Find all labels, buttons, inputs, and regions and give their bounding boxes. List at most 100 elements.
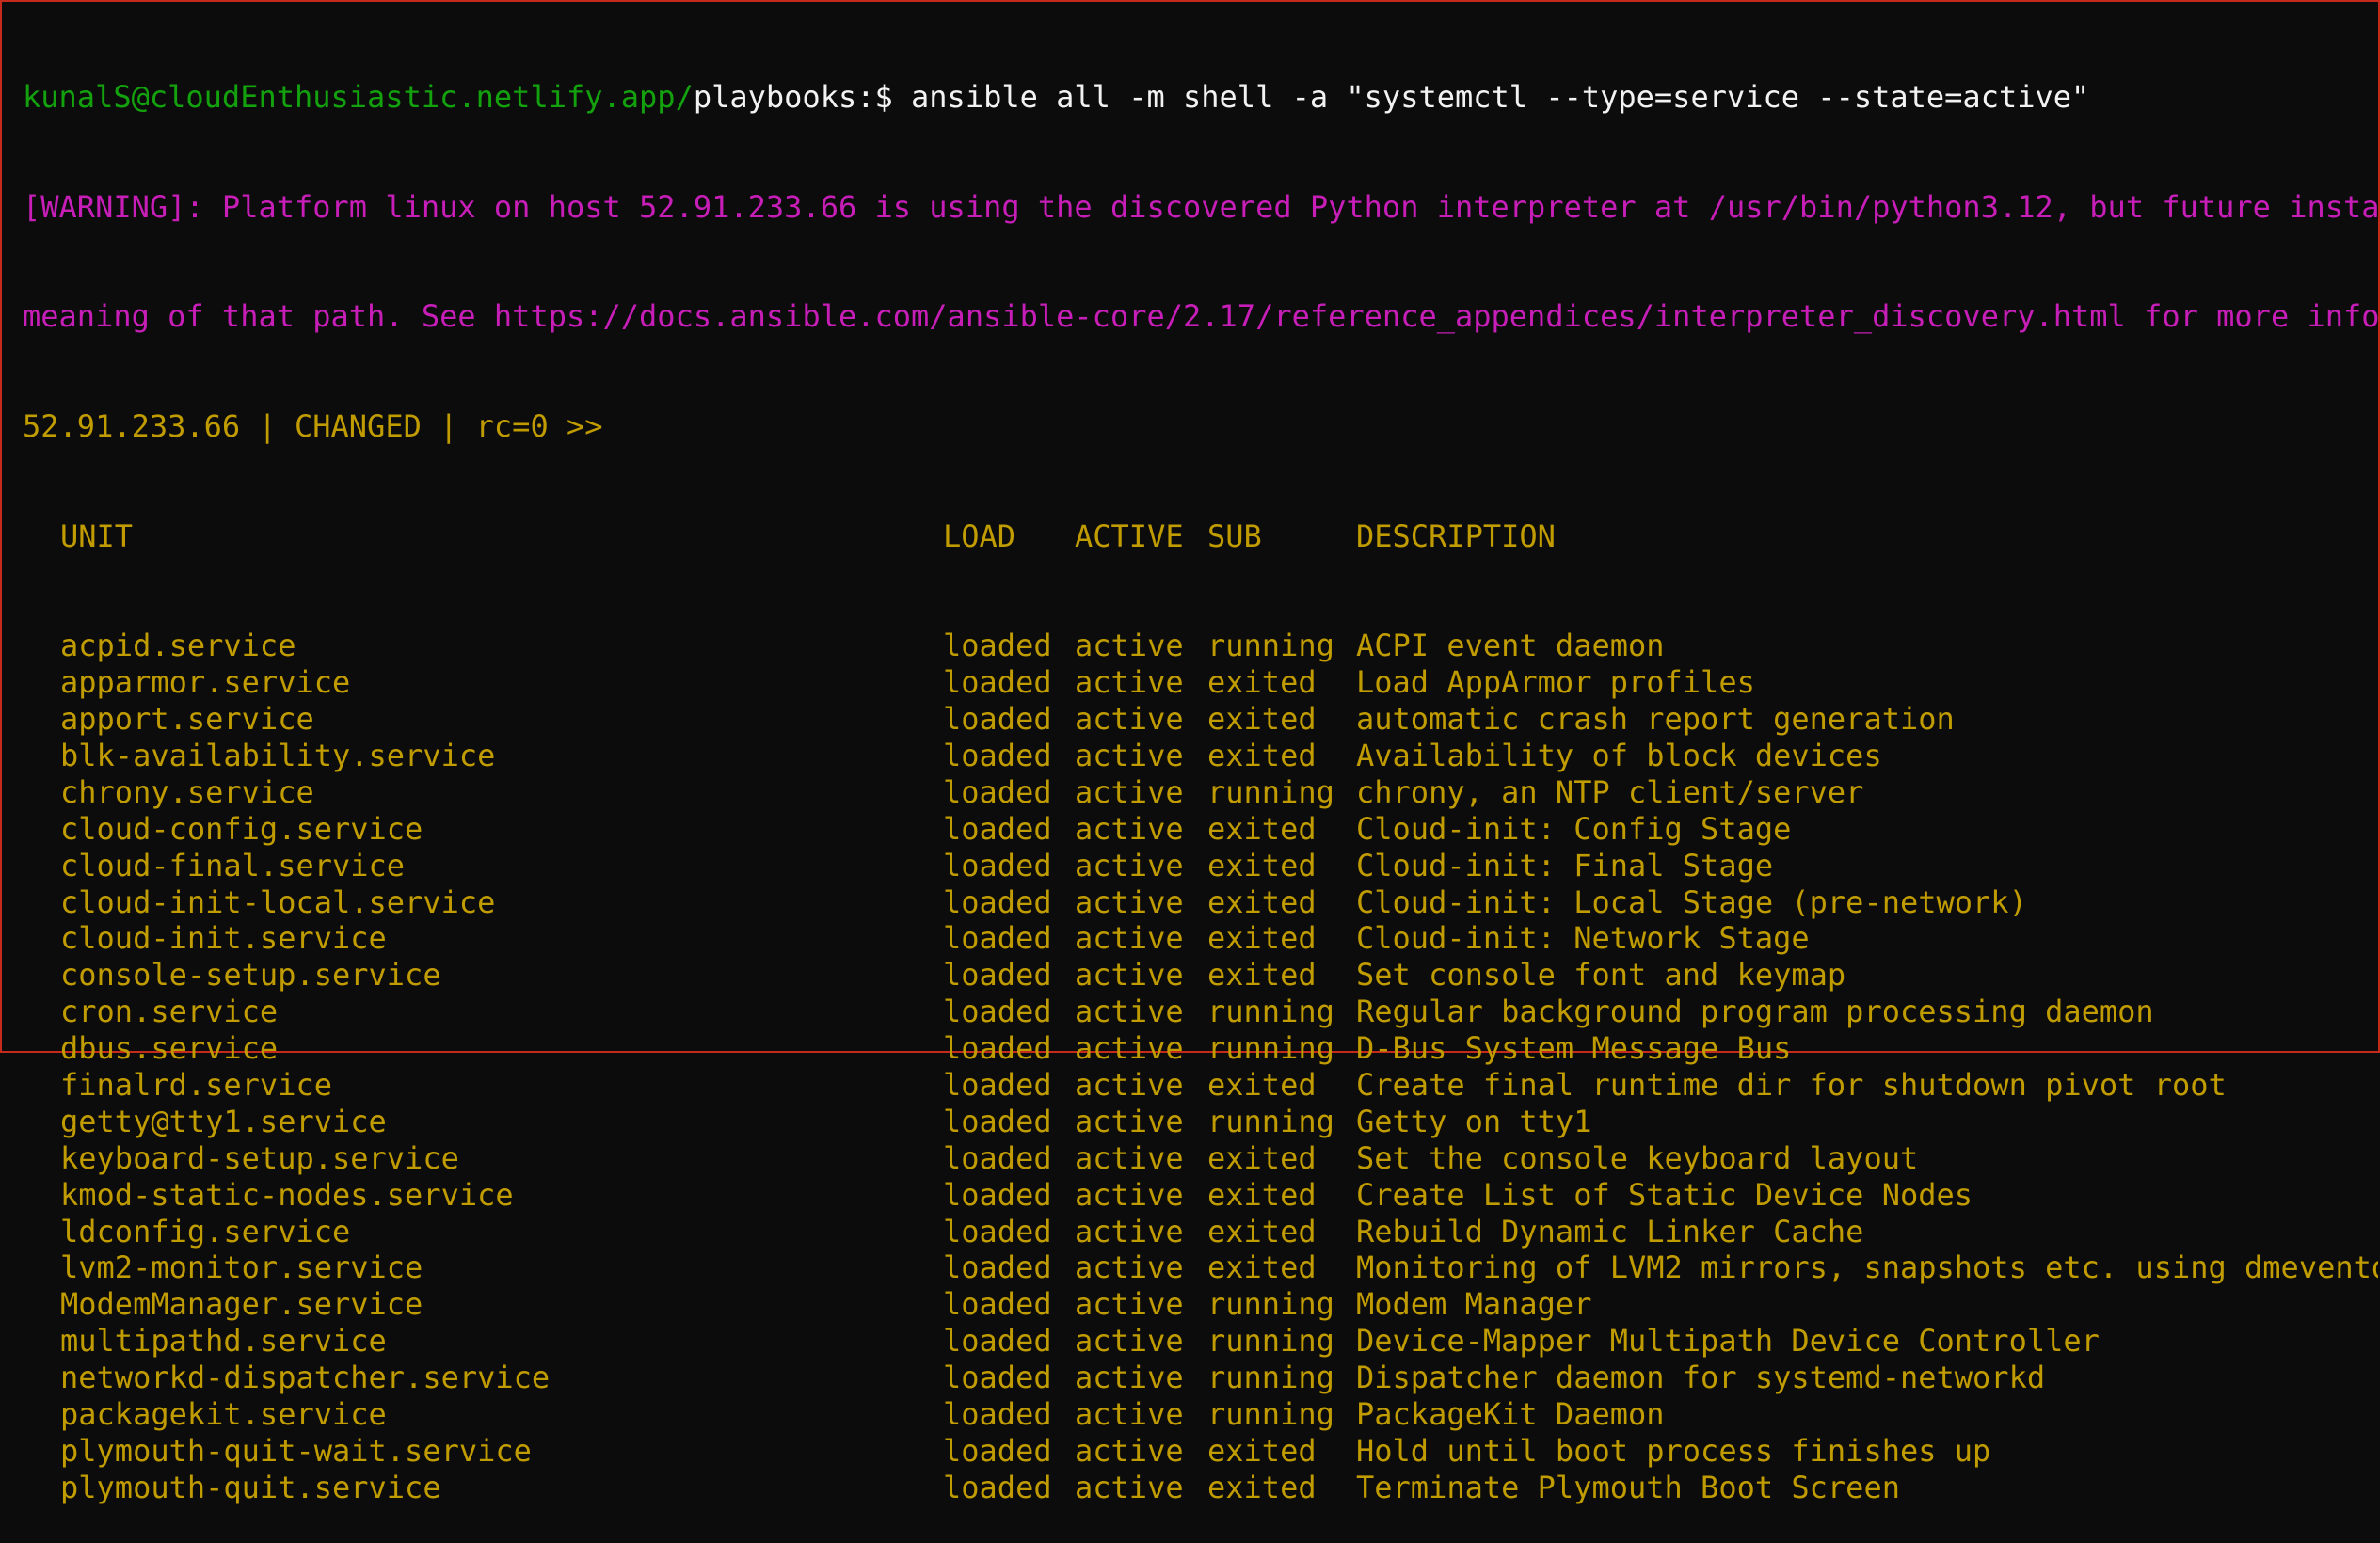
service-description: Load AppArmor profiles	[1356, 664, 1755, 701]
service-description: ACPI event daemon	[1356, 628, 1665, 664]
service-load: loaded	[943, 1286, 1052, 1323]
table-row: finalrd.service loaded active exited Create …	[23, 1067, 2378, 1104]
service-active: active	[1075, 1323, 1184, 1360]
service-active: active	[1075, 1249, 1184, 1286]
service-sub: running	[1207, 1286, 1334, 1323]
service-load: loaded	[943, 847, 1052, 883]
service-load: loaded	[943, 920, 1052, 957]
service-sub: exited	[1207, 883, 1317, 920]
service-description: Create List of Static Device Nodes	[1356, 1176, 1973, 1213]
service-description: Cloud-init: Network Stage	[1356, 920, 1810, 957]
service-sub: running	[1207, 773, 1334, 810]
service-load: loaded	[943, 1323, 1052, 1360]
service-unit: keyboard-setup.service	[60, 1139, 459, 1176]
service-description: Regular background program processing da…	[1356, 994, 2154, 1030]
table-row: getty@tty1.service loaded active running Get…	[23, 1104, 2378, 1140]
table-row: chrony.service loaded active running chrony,…	[23, 774, 2378, 811]
header-sub: SUB	[1207, 517, 1262, 554]
table-row: cloud-init-local.service loaded active exit…	[23, 884, 2378, 921]
command-prompt-line: kunalS@cloudEnthusiastic.netlify.app/pla…	[23, 79, 2378, 116]
service-sub: exited	[1207, 1432, 1317, 1469]
service-description: Terminate Plymouth Boot Screen	[1356, 1469, 1900, 1505]
service-load: loaded	[943, 883, 1052, 920]
service-load: loaded	[943, 1469, 1052, 1505]
table-row: plymouth-quit-wait.service loaded active ex…	[23, 1433, 2378, 1470]
table-row: packagekit.service loaded active running Pac…	[23, 1396, 2378, 1433]
service-load: loaded	[943, 1139, 1052, 1176]
service-unit: chrony.service	[60, 773, 314, 810]
terminal-window[interactable]: { "prompt": { "user_host": "kunalS@cloud…	[0, 0, 2380, 1505]
service-unit: apparmor.service	[60, 664, 351, 701]
service-description: Getty on tty1	[1356, 1103, 1592, 1139]
service-description: Set console font and keymap	[1356, 957, 1846, 994]
service-sub: exited	[1207, 1067, 1317, 1104]
prompt-separator: /	[675, 78, 694, 115]
service-unit: ModemManager.service	[60, 1286, 423, 1323]
service-sub: exited	[1207, 1469, 1317, 1505]
service-active: active	[1075, 1360, 1184, 1396]
service-sub: exited	[1207, 957, 1317, 994]
service-active: active	[1075, 883, 1184, 920]
service-active: active	[1075, 810, 1184, 847]
warning-line-1: [WARNING]: Platform linux on host 52.91.…	[23, 188, 2378, 225]
table-row: multipathd.service loaded active running Dev…	[23, 1323, 2378, 1360]
service-active: active	[1075, 957, 1184, 994]
service-unit: apport.service	[60, 701, 314, 738]
service-unit: finalrd.service	[60, 1067, 332, 1104]
table-row: blk-availability.service loaded active exit…	[23, 738, 2378, 774]
service-unit: cloud-config.service	[60, 810, 423, 847]
service-sub: exited	[1207, 810, 1317, 847]
service-active: active	[1075, 847, 1184, 883]
service-description: Dispatcher daemon for systemd-networkd	[1356, 1360, 2046, 1396]
service-load: loaded	[943, 773, 1052, 810]
service-unit: cloud-init-local.service	[60, 883, 496, 920]
service-sub: running	[1207, 1360, 1334, 1396]
service-unit: multipathd.service	[60, 1323, 387, 1360]
service-active: active	[1075, 920, 1184, 957]
service-load: loaded	[943, 1360, 1052, 1396]
service-active: active	[1075, 1469, 1184, 1505]
service-active: active	[1075, 1176, 1184, 1213]
terminal-output[interactable]: kunalS@cloudEnthusiastic.netlify.app/pla…	[23, 6, 2378, 1543]
service-sub: running	[1207, 994, 1334, 1030]
table-row: apport.service loaded active exited automati…	[23, 701, 2378, 738]
table-row: kmod-static-nodes.service loaded active exi…	[23, 1177, 2378, 1214]
service-description: automatic crash report generation	[1356, 701, 1955, 738]
table-row: cron.service loaded active running Regular b…	[23, 994, 2378, 1030]
service-sub: exited	[1207, 664, 1317, 701]
service-active: active	[1075, 1213, 1184, 1249]
table-row: ModemManager.service loaded active running M…	[23, 1286, 2378, 1323]
service-active: active	[1075, 1139, 1184, 1176]
service-sub: exited	[1207, 701, 1317, 738]
table-row: lvm2-monitor.service loaded active exited Mo…	[23, 1249, 2378, 1286]
service-active: active	[1075, 1286, 1184, 1323]
service-active: active	[1075, 628, 1184, 664]
prompt-symbol: :$	[856, 78, 912, 115]
table-row: ldconfig.service loaded active exited Rebuil…	[23, 1214, 2378, 1250]
service-unit: cron.service	[60, 994, 279, 1030]
service-sub: exited	[1207, 1213, 1317, 1249]
table-header: UNIT LOAD ACTIVE SUB DESCRIPTION	[23, 518, 2378, 555]
service-unit: networkd-dispatcher.service	[60, 1360, 551, 1396]
table-row: cloud-final.service loaded active exited Clo…	[23, 848, 2378, 884]
service-active: active	[1075, 994, 1184, 1030]
service-unit: packagekit.service	[60, 1396, 387, 1433]
service-sub: exited	[1207, 920, 1317, 957]
service-load: loaded	[943, 1249, 1052, 1286]
result-status-line: 52.91.233.66 | CHANGED | rc=0 >>	[23, 407, 603, 444]
service-load: loaded	[943, 1396, 1052, 1433]
service-description: Set the console keyboard layout	[1356, 1139, 1919, 1176]
service-load: loaded	[943, 1176, 1052, 1213]
service-active: active	[1075, 701, 1184, 738]
service-unit: cloud-init.service	[60, 920, 387, 957]
service-unit: console-setup.service	[60, 957, 441, 994]
service-sub: exited	[1207, 847, 1317, 883]
service-description: Cloud-init: Local Stage (pre-network)	[1356, 883, 2027, 920]
service-description: Create final runtime dir for shutdown pi…	[1356, 1067, 2227, 1104]
service-load: loaded	[943, 628, 1052, 664]
prompt-path: playbooks	[693, 78, 857, 115]
service-unit: kmod-static-nodes.service	[60, 1176, 514, 1213]
service-load: loaded	[943, 738, 1052, 773]
service-active: active	[1075, 1067, 1184, 1104]
service-active: active	[1075, 1103, 1184, 1139]
